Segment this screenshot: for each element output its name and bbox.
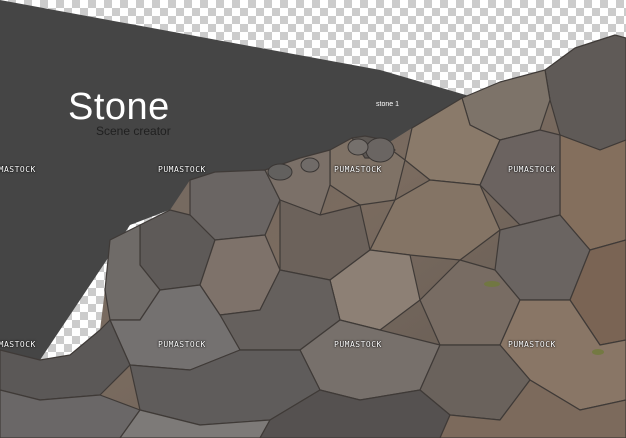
- scene-subtitle: Scene creator: [96, 124, 171, 138]
- scene-canvas: [0, 0, 626, 438]
- watermark: PUMASTOCK: [158, 165, 206, 174]
- watermark: PUMASTOCK: [334, 340, 382, 349]
- watermark: PUMASTOCK: [0, 340, 36, 349]
- watermark: PUMASTOCK: [158, 340, 206, 349]
- watermark: PUMASTOCK: [334, 165, 382, 174]
- watermark: PUMASTOCK: [508, 340, 556, 349]
- item-label: stone 1: [376, 101, 399, 108]
- scene-title: Stone: [68, 86, 170, 128]
- watermark: PUMASTOCK: [0, 165, 36, 174]
- watermark: PUMASTOCK: [508, 165, 556, 174]
